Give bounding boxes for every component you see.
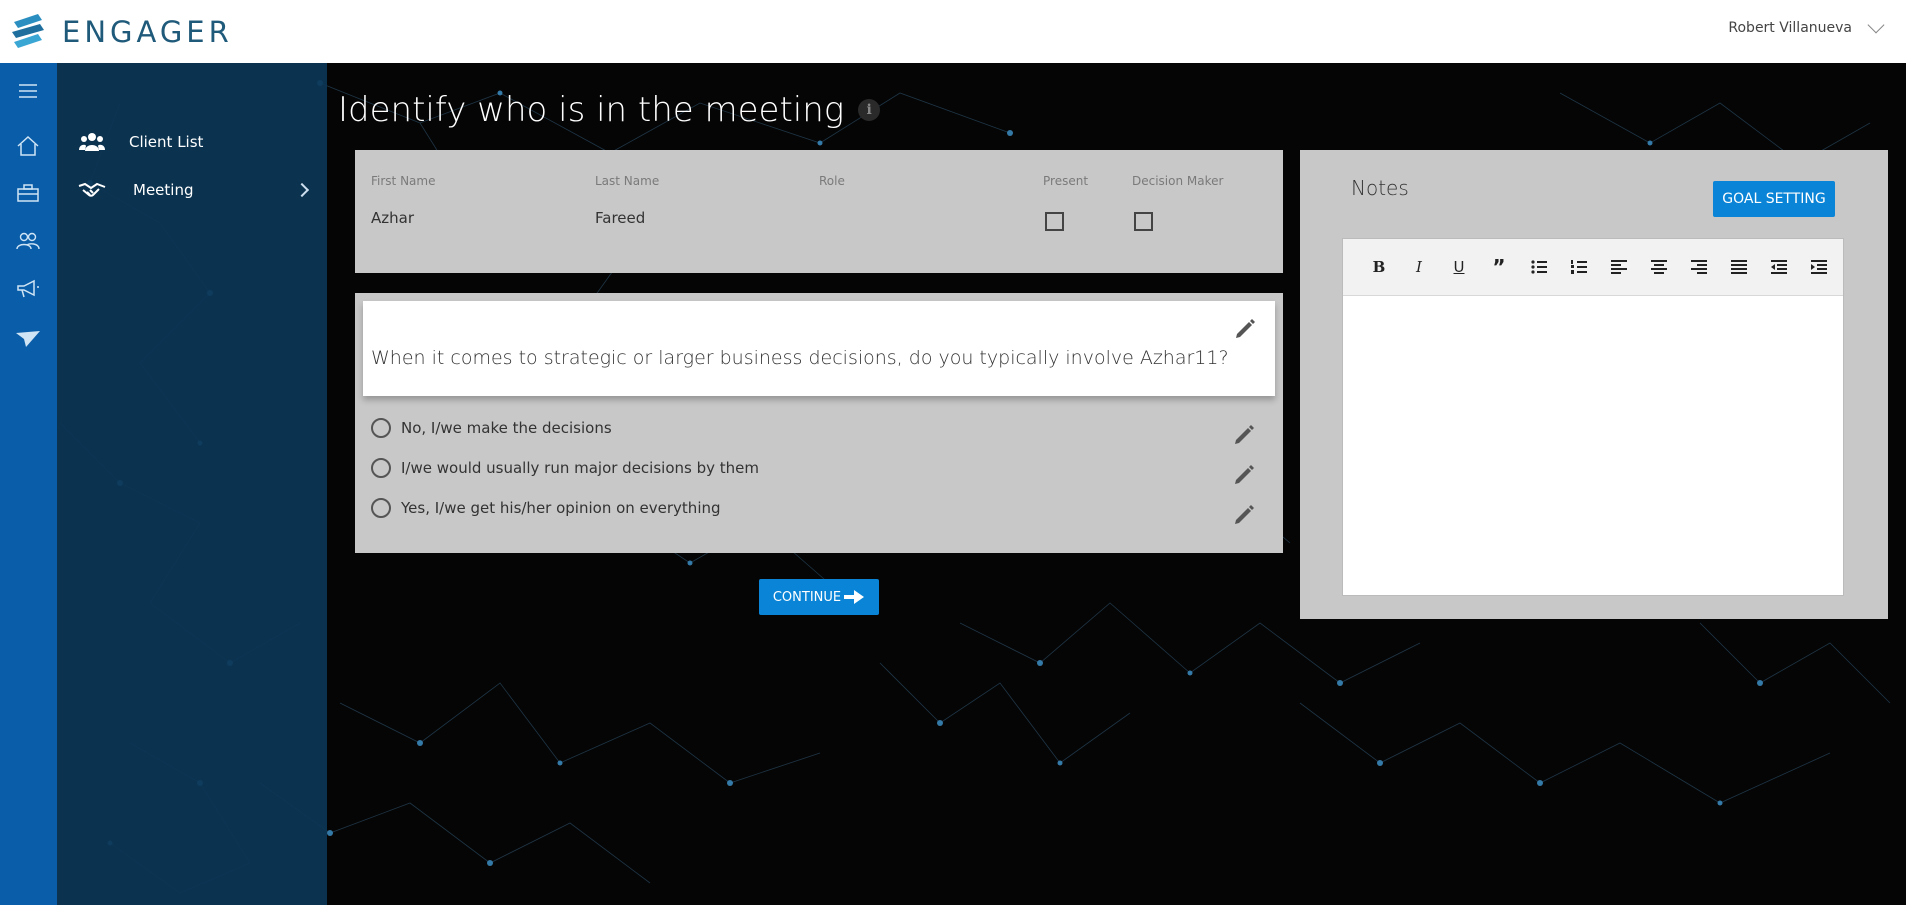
header-decision-maker: Decision Maker: [1132, 174, 1224, 188]
goal-setting-button[interactable]: GOAL SETTING: [1713, 181, 1835, 217]
present-checkbox[interactable]: [1045, 212, 1064, 231]
sidebar-item-label: Client List: [129, 133, 204, 151]
user-menu[interactable]: Robert Villanueva: [1728, 16, 1885, 36]
align-right-icon[interactable]: [1679, 252, 1719, 282]
arrow-right-icon: [843, 588, 865, 606]
option-label: Yes, I/we get his/her opinion on everyth…: [401, 499, 721, 517]
header-last-name: Last Name: [595, 174, 660, 188]
sidebar-item-label: Meeting: [133, 181, 194, 199]
edit-option-2-pencil-icon[interactable]: [1233, 464, 1255, 486]
option-radio-3[interactable]: Yes, I/we get his/her opinion on everyth…: [371, 498, 721, 518]
sidebar-item-client-list[interactable]: Client List: [77, 130, 317, 154]
question-card: When it comes to strategic or larger bus…: [363, 301, 1275, 396]
align-justify-icon[interactable]: [1719, 252, 1759, 282]
bullet-list-icon[interactable]: [1519, 252, 1559, 282]
briefcase-icon[interactable]: [14, 179, 42, 207]
editor-toolbar: B I U ”: [1343, 239, 1843, 296]
cell-last-name: Fareed: [595, 209, 646, 227]
megaphone-icon[interactable]: [14, 275, 42, 303]
app-name: ENGAGER: [62, 15, 233, 49]
edit-option-1-pencil-icon[interactable]: [1233, 424, 1255, 446]
app-logo[interactable]: ENGAGER: [8, 12, 233, 52]
menu-icon[interactable]: [14, 77, 42, 105]
top-header: ENGAGER Robert Villanueva: [0, 0, 1906, 63]
indent-icon[interactable]: [1799, 252, 1839, 282]
engager-logo-icon: [12, 14, 44, 48]
align-left-icon[interactable]: [1599, 252, 1639, 282]
blockquote-icon[interactable]: ”: [1479, 252, 1519, 282]
underline-icon[interactable]: U: [1439, 252, 1479, 282]
handshake-icon: [77, 178, 107, 202]
chevron-down-icon: [1867, 16, 1885, 34]
edit-option-3-pencil-icon[interactable]: [1233, 504, 1255, 526]
align-center-icon[interactable]: [1639, 252, 1679, 282]
cell-first-name: Azhar: [371, 209, 415, 227]
option-label: I/we would usually run major decisions b…: [401, 459, 759, 477]
sidebar-item-meeting[interactable]: Meeting: [77, 178, 317, 202]
radio-button[interactable]: [371, 418, 391, 438]
notes-panel: Notes GOAL SETTING B I U ”: [1300, 150, 1888, 619]
notes-text-area[interactable]: [1343, 296, 1843, 595]
header-first-name: First Name: [371, 174, 436, 188]
icon-rail: [0, 63, 57, 905]
user-name: Robert Villanueva: [1728, 20, 1852, 36]
header-present: Present: [1043, 174, 1089, 188]
continue-label: CONTINUE: [772, 589, 842, 605]
option-label: No, I/we make the decisions: [401, 419, 612, 437]
paper-plane-icon[interactable]: [14, 325, 42, 353]
bold-icon[interactable]: B: [1359, 252, 1399, 282]
decision-maker-checkbox[interactable]: [1134, 212, 1153, 231]
page-title: Identify who is in the meeting i: [338, 90, 881, 130]
option-radio-1[interactable]: No, I/we make the decisions: [371, 418, 612, 438]
info-icon[interactable]: i: [858, 99, 881, 121]
sidebar: Client List Meeting: [57, 63, 327, 905]
people-icon[interactable]: [14, 227, 42, 255]
numbered-list-icon[interactable]: [1559, 252, 1599, 282]
notes-title: Notes: [1351, 176, 1409, 200]
outdent-icon[interactable]: [1759, 252, 1799, 282]
radio-button[interactable]: [371, 458, 391, 478]
attendees-panel: First Name Last Name Role Present Decisi…: [355, 150, 1283, 273]
option-radio-2[interactable]: I/we would usually run major decisions b…: [371, 458, 759, 478]
home-icon[interactable]: [14, 132, 42, 160]
chevron-right-icon: [294, 182, 310, 198]
header-role: Role: [819, 174, 845, 188]
edit-question-pencil-icon[interactable]: [1234, 318, 1256, 340]
page-title-text: Identify who is in the meeting: [338, 90, 845, 130]
italic-icon[interactable]: I: [1399, 252, 1439, 282]
question-panel: When it comes to strategic or larger bus…: [355, 293, 1283, 553]
continue-button[interactable]: CONTINUE: [759, 579, 879, 615]
users-icon: [77, 130, 107, 154]
radio-button[interactable]: [371, 498, 391, 518]
notes-editor: B I U ”: [1342, 238, 1844, 596]
question-text: When it comes to strategic or larger bus…: [371, 347, 1229, 369]
